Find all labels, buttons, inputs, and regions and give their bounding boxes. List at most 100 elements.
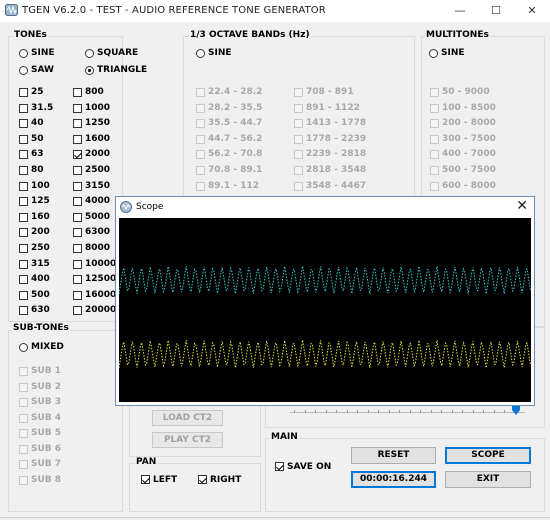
octave-band-checkbox[interactable]: [294, 134, 303, 144]
octave-band-checkbox[interactable]: [196, 119, 205, 129]
multitone-label: 100 - 8500: [442, 102, 496, 113]
tone-checkbox-800[interactable]: [73, 88, 82, 97]
tone-checkbox-1600[interactable]: [73, 134, 82, 144]
tone-checkbox-25[interactable]: [19, 88, 28, 97]
tone-checkbox-4000[interactable]: [73, 197, 82, 207]
tone-checkbox-1000[interactable]: [73, 103, 82, 113]
tone-checkbox-200[interactable]: [19, 228, 28, 238]
octave-band-checkbox[interactable]: [294, 88, 303, 97]
mixed-radio[interactable]: [19, 343, 28, 352]
tone-checkbox-12500[interactable]: [73, 275, 82, 285]
tone-checkbox-31.5[interactable]: [19, 103, 28, 113]
tone-checkbox-315[interactable]: [19, 259, 28, 269]
multitone-checkbox[interactable]: [430, 103, 439, 113]
multitone-checkbox[interactable]: [430, 119, 439, 129]
octave-band-checkbox[interactable]: [294, 181, 303, 191]
save-on-checkbox[interactable]: [275, 462, 284, 471]
subtone-checkbox[interactable]: [19, 460, 28, 469]
tone-label: 400: [31, 274, 50, 285]
slider-tick: [336, 410, 337, 413]
octave-band-checkbox[interactable]: [196, 166, 205, 175]
close-button[interactable]: ✕: [514, 0, 550, 22]
tone-checkbox-3150[interactable]: [73, 181, 82, 191]
tone-checkbox-250[interactable]: [19, 244, 28, 253]
subtone-checkbox[interactable]: [19, 398, 28, 407]
multitone-checkbox[interactable]: [430, 134, 439, 144]
tone-checkbox-63[interactable]: [19, 150, 28, 160]
multitones-sine-radio[interactable]: [429, 49, 438, 58]
scope-button[interactable]: SCOPE: [445, 447, 531, 464]
multitone-checkbox[interactable]: [430, 150, 439, 160]
scope-window[interactable]: Scope ✕: [115, 196, 535, 406]
tone-checkbox-400[interactable]: [19, 275, 28, 285]
octave-sine-label: SINE: [208, 48, 232, 58]
tone-checkbox-100[interactable]: [19, 181, 28, 191]
octave-band-checkbox[interactable]: [196, 150, 205, 160]
maximize-button[interactable]: ☐: [478, 0, 514, 22]
tone-label: 630: [31, 305, 50, 316]
pan-right-checkbox[interactable]: [198, 475, 207, 484]
scope-close-button[interactable]: ✕: [516, 198, 528, 214]
tone-checkbox-630[interactable]: [19, 306, 28, 316]
tone-checkbox-16000[interactable]: [73, 290, 82, 300]
tone-label: 50: [31, 133, 44, 144]
subtone-checkbox[interactable]: [19, 382, 28, 392]
tone-checkbox-160[interactable]: [19, 212, 28, 222]
tone-checkbox-2500[interactable]: [73, 166, 82, 175]
subtone-label: SUB 3: [31, 397, 62, 407]
tone-checkbox-125[interactable]: [19, 197, 28, 207]
tone-label: 800: [85, 87, 104, 97]
octave-band-checkbox[interactable]: [196, 134, 205, 144]
waveform-square-radio[interactable]: [85, 49, 94, 58]
tone-checkbox-6300[interactable]: [73, 228, 82, 238]
load-ct2-button[interactable]: LOAD CT2: [152, 410, 223, 426]
multitone-checkbox[interactable]: [430, 88, 439, 97]
tone-checkbox-500[interactable]: [19, 290, 28, 300]
reset-button[interactable]: RESET: [351, 447, 436, 464]
octave-band-label: 56.2 - 70.8: [208, 149, 263, 160]
multitone-checkbox[interactable]: [430, 181, 439, 191]
octave-group-label: 1/3 OCTAVE BANDs (Hz): [189, 30, 311, 40]
tone-label: 250: [31, 243, 50, 253]
multitone-checkbox[interactable]: [430, 166, 439, 175]
tone-label: 100: [31, 180, 50, 191]
subtone-checkbox[interactable]: [19, 367, 28, 376]
tone-checkbox-8000[interactable]: [73, 244, 82, 253]
waveform-triangle-radio[interactable]: [85, 66, 94, 75]
tone-checkbox-40[interactable]: [19, 119, 28, 129]
octave-band-checkbox[interactable]: [196, 88, 205, 97]
octave-band-checkbox[interactable]: [294, 150, 303, 160]
subtone-checkbox[interactable]: [19, 429, 28, 438]
subtone-checkbox[interactable]: [19, 475, 28, 485]
tone-checkbox-5000[interactable]: [73, 212, 82, 222]
tone-checkbox-10000[interactable]: [73, 259, 82, 269]
minimize-button[interactable]: —: [442, 0, 478, 22]
tone-checkbox-20000[interactable]: [73, 306, 82, 316]
subtone-checkbox[interactable]: [19, 413, 28, 423]
tone-label: 4000: [85, 196, 111, 207]
octave-sine-radio[interactable]: [196, 49, 205, 58]
octave-band-label: 22.4 - 28.2: [208, 87, 263, 97]
subtone-checkbox[interactable]: [19, 444, 28, 454]
octave-band-checkbox[interactable]: [294, 119, 303, 129]
waveform-label: SINE: [31, 48, 55, 58]
tone-checkbox-80[interactable]: [19, 166, 28, 175]
tone-label: 20000: [85, 305, 117, 316]
waveform-saw-radio[interactable]: [19, 66, 28, 75]
tone-label: 3150: [85, 180, 111, 191]
tone-label: 12500: [85, 274, 117, 285]
tone-checkbox-1250[interactable]: [73, 119, 82, 129]
octave-band-checkbox[interactable]: [294, 103, 303, 113]
waveform-label: SQUARE: [97, 48, 139, 58]
exit-button[interactable]: EXIT: [445, 471, 531, 488]
octave-band-checkbox[interactable]: [196, 181, 205, 191]
tone-label: 200: [31, 227, 50, 238]
waveform-sine-radio[interactable]: [19, 49, 28, 58]
pan-left-checkbox[interactable]: [141, 475, 150, 484]
octave-band-checkbox[interactable]: [196, 103, 205, 113]
tone-checkbox-50[interactable]: [19, 134, 28, 144]
octave-band-checkbox[interactable]: [294, 166, 303, 175]
play-ct2-button[interactable]: PLAY CT2: [152, 432, 223, 448]
tone-checkbox-2000[interactable]: [73, 150, 82, 160]
tone-label: 2000: [85, 149, 111, 160]
